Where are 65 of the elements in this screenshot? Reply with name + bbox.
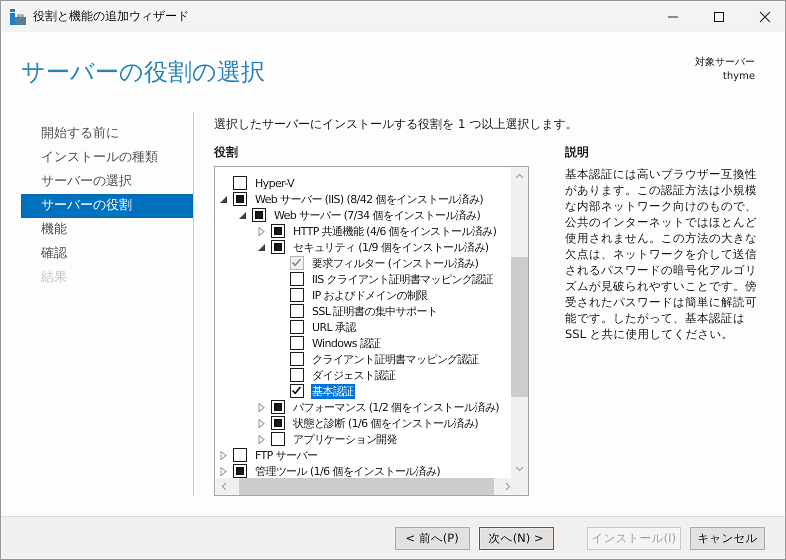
checkbox[interactable] <box>290 352 304 366</box>
roles-heading: 役割 <box>214 144 239 161</box>
role-label[interactable]: IP およびドメインの制限 <box>311 288 429 302</box>
wizard-step[interactable]: インストールの種類 <box>21 146 193 170</box>
checkbox[interactable] <box>252 208 266 222</box>
expand-arrow-icon[interactable] <box>257 402 266 412</box>
wizard-step[interactable]: 確認 <box>21 242 193 266</box>
expand-arrow-icon[interactable] <box>257 434 266 444</box>
expand-arrow-icon[interactable] <box>257 418 266 428</box>
role-label[interactable]: パフォーマンス (1/2 個をインストール済み) <box>292 400 500 414</box>
expand-arrow-icon[interactable] <box>219 466 228 476</box>
page-title: サーバーの役割の選択 <box>21 57 265 88</box>
role-label[interactable]: 管理ツール (1/6 個をインストール済み) <box>254 464 442 478</box>
instruction-text: 選択したサーバーにインストールする役割を 1 つ以上選択します。 <box>214 116 578 133</box>
checkbox[interactable] <box>271 240 285 254</box>
expand-arrow-icon[interactable] <box>219 450 228 460</box>
role-label[interactable]: FTP サーバー <box>254 448 318 462</box>
checkbox[interactable] <box>271 432 285 446</box>
role-label[interactable]: SSL 証明書の集中サポート <box>311 304 438 318</box>
role-label[interactable]: Web サーバー (IIS) (8/42 個をインストール済み) <box>254 192 484 206</box>
wizard-step[interactable]: サーバーの役割 <box>21 194 193 218</box>
maximize-icon[interactable] <box>713 10 725 22</box>
description-text: 基本認証には高いブラウザー互換性があります。この認証方法は小規模な内部ネットワーク向けのもので、公共のインターネットではほとんど使用されません。この方法の大きな欠点は、ネットワークを介して送信されるパスワードの暗号化アルゴリズムが見破られやすいことです。傍受されたパスワードは簡単に解読可能です。したがって、基本認証は SSL と共に使用してください。 <box>565 166 758 342</box>
role-label[interactable]: 状態と診断 (1/6 個をインストール済み) <box>292 416 480 430</box>
wizard-button[interactable]: < 前へ(P) <box>394 526 470 550</box>
target-server-name: thyme <box>722 70 755 84</box>
role-label[interactable]: アプリケーション開発 <box>292 432 398 446</box>
checkbox[interactable] <box>233 176 247 190</box>
role-label[interactable]: セキュリティ (1/9 個をインストール済み) <box>292 240 490 254</box>
wizard-button[interactable]: キャンセル <box>690 526 765 550</box>
role-label[interactable]: クライアント証明書マッピング認証 <box>311 352 480 366</box>
description-heading: 説明 <box>565 144 590 161</box>
checkbox[interactable] <box>290 320 304 334</box>
role-label[interactable]: Windows 認証 <box>311 336 382 350</box>
checkbox[interactable] <box>290 304 304 318</box>
wizard-step[interactable]: 機能 <box>21 218 193 242</box>
checkbox[interactable] <box>290 288 304 302</box>
collapse-arrow-icon[interactable] <box>257 242 266 252</box>
checkbox[interactable] <box>290 272 304 286</box>
target-server-label: 対象サーバー <box>695 56 755 70</box>
checkbox[interactable] <box>290 368 304 382</box>
role-label[interactable]: HTTP 共通機能 (4/6 個をインストール済み) <box>292 224 498 238</box>
collapse-arrow-icon[interactable] <box>238 210 247 220</box>
checkbox[interactable] <box>290 336 304 350</box>
server-toolbox-icon <box>9 8 27 26</box>
checkbox[interactable] <box>233 448 247 462</box>
wizard-step[interactable]: 開始する前に <box>21 122 193 146</box>
role-label[interactable]: ダイジェスト認証 <box>311 368 396 382</box>
checkbox[interactable] <box>233 464 247 478</box>
wizard-step[interactable]: サーバーの選択 <box>21 170 193 194</box>
close-icon[interactable] <box>759 10 771 22</box>
wizard-button[interactable]: 次へ(N) > <box>478 526 554 550</box>
expand-arrow-icon[interactable] <box>257 226 266 236</box>
collapse-arrow-icon[interactable] <box>219 194 228 204</box>
checkbox[interactable] <box>290 384 304 398</box>
role-label[interactable]: IIS クライアント証明書マッピング認証 <box>311 272 494 286</box>
role-label[interactable]: URL 承認 <box>311 320 357 334</box>
checkbox[interactable] <box>271 416 285 430</box>
checkbox[interactable] <box>271 400 285 414</box>
window-title: 役割と機能の追加ウィザード <box>33 8 189 25</box>
role-label[interactable]: Web サーバー (7/34 個をインストール済み) <box>273 208 482 222</box>
checkbox[interactable] <box>271 224 285 238</box>
role-label[interactable]: Hyper-V <box>254 176 295 190</box>
role-label[interactable]: 基本認証 <box>311 384 355 398</box>
checkbox[interactable] <box>233 192 247 206</box>
